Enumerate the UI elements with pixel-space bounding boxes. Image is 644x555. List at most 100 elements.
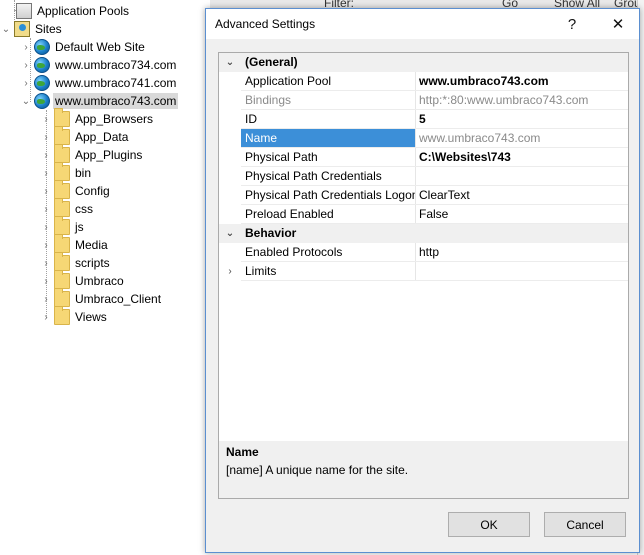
tree-item-label: Default Web Site bbox=[55, 40, 145, 54]
folder-icon bbox=[54, 126, 70, 145]
property-name: Preload Enabled bbox=[245, 207, 334, 221]
tree-item-site[interactable]: › www.umbraco741.com bbox=[20, 74, 178, 92]
property-row-id[interactable]: ID 5 bbox=[219, 110, 628, 129]
property-row-preload-enabled[interactable]: Preload Enabled False bbox=[219, 205, 628, 224]
property-name: ID bbox=[245, 112, 257, 126]
property-row-application-pool[interactable]: Application Pool www.umbraco743.com bbox=[219, 72, 628, 91]
close-button[interactable]: ✕ bbox=[605, 11, 631, 37]
property-value[interactable]: www.umbraco743.com bbox=[415, 72, 628, 91]
tree-item-folder[interactable]: › Umbraco bbox=[40, 270, 126, 290]
property-value[interactable]: http:*:80:www.umbraco743.com bbox=[415, 91, 628, 110]
tree-item-folder[interactable]: › js bbox=[40, 216, 86, 236]
chevron-right-icon[interactable]: › bbox=[40, 110, 52, 128]
property-value[interactable] bbox=[415, 167, 628, 186]
tree-item-label: Application Pools bbox=[37, 4, 130, 18]
chevron-right-icon[interactable]: › bbox=[219, 262, 241, 281]
tree-item-label: www.umbraco734.com bbox=[55, 58, 177, 72]
folder-icon bbox=[54, 162, 70, 181]
property-value[interactable] bbox=[415, 262, 628, 281]
site-tree: Application Pools ⌄ Sites › Default Web … bbox=[0, 0, 210, 555]
tree-item-label: App_Plugins bbox=[75, 148, 143, 162]
folder-icon bbox=[54, 216, 70, 235]
advanced-settings-dialog: Advanced Settings ? ✕ ⌄ (General) Applic… bbox=[205, 8, 640, 553]
chevron-right-icon[interactable]: › bbox=[40, 164, 52, 182]
category-label: (General) bbox=[245, 55, 298, 69]
property-row-credentials-logon[interactable]: Physical Path Credentials Logon ClearTex… bbox=[219, 186, 628, 205]
tree-item-label: Umbraco_Client bbox=[75, 292, 162, 306]
category-general[interactable]: ⌄ (General) bbox=[219, 53, 628, 72]
ok-button[interactable]: OK bbox=[448, 512, 530, 537]
tree-item-label: scripts bbox=[75, 256, 110, 270]
property-name: Physical Path bbox=[245, 150, 318, 164]
chevron-down-icon[interactable]: ⌄ bbox=[219, 224, 241, 243]
property-value[interactable]: False bbox=[415, 205, 628, 224]
tree-item-site-selected[interactable]: ⌄ www.umbraco743.com bbox=[20, 92, 179, 110]
property-value[interactable]: http bbox=[415, 243, 628, 262]
tree-item-folder[interactable]: › Config bbox=[40, 180, 112, 200]
dialog-titlebar[interactable]: Advanced Settings ? ✕ bbox=[206, 9, 639, 39]
tree-item-site[interactable]: › Default Web Site bbox=[20, 38, 147, 56]
dialog-title: Advanced Settings bbox=[215, 17, 316, 31]
property-row-physical-path[interactable]: Physical Path C:\Websites\743 bbox=[219, 148, 628, 167]
tree-item-application-pools[interactable]: Application Pools bbox=[2, 2, 131, 20]
chevron-right-icon[interactable]: › bbox=[40, 146, 52, 164]
chevron-right-icon[interactable]: › bbox=[40, 290, 52, 308]
property-value[interactable]: www.umbraco743.com bbox=[415, 129, 628, 148]
tree-item-label: Sites bbox=[35, 22, 62, 36]
property-row-enabled-protocols[interactable]: Enabled Protocols http bbox=[219, 243, 628, 262]
chevron-right-icon[interactable]: › bbox=[40, 128, 52, 146]
chevron-right-icon[interactable]: › bbox=[40, 218, 52, 236]
globe-icon bbox=[34, 75, 50, 91]
chevron-right-icon[interactable]: › bbox=[40, 254, 52, 272]
property-name: Physical Path Credentials bbox=[245, 169, 382, 183]
property-row-limits[interactable]: › Limits bbox=[219, 262, 628, 281]
chevron-down-icon[interactable]: ⌄ bbox=[0, 20, 12, 38]
folder-icon bbox=[54, 270, 70, 289]
chevron-right-icon[interactable]: › bbox=[40, 272, 52, 290]
tree-item-folder[interactable]: › bin bbox=[40, 162, 93, 182]
folder-icon bbox=[54, 180, 70, 199]
property-value[interactable]: 5 bbox=[415, 110, 628, 129]
globe-icon bbox=[34, 57, 50, 73]
property-name: Limits bbox=[245, 264, 277, 278]
property-name: Bindings bbox=[245, 93, 292, 107]
tree-item-sites[interactable]: ⌄ Sites bbox=[0, 20, 64, 38]
application-pools-icon bbox=[16, 3, 32, 19]
tree-item-label: js bbox=[75, 220, 84, 234]
property-name: Application Pool bbox=[245, 74, 332, 88]
chevron-right-icon[interactable]: › bbox=[20, 56, 32, 74]
chevron-right-icon[interactable]: › bbox=[40, 236, 52, 254]
folder-icon bbox=[54, 108, 70, 127]
chevron-right-icon[interactable]: › bbox=[40, 308, 52, 326]
cancel-button[interactable]: Cancel bbox=[544, 512, 626, 537]
description-title: Name bbox=[226, 445, 259, 459]
property-row-physical-path-credentials[interactable]: Physical Path Credentials bbox=[219, 167, 628, 186]
chevron-right-icon[interactable]: › bbox=[20, 74, 32, 92]
tree-item-label: www.umbraco743.com bbox=[53, 93, 179, 109]
chevron-down-icon[interactable]: ⌄ bbox=[20, 92, 32, 110]
tree-item-folder[interactable]: › scripts bbox=[40, 252, 112, 272]
property-row-bindings[interactable]: Bindings http:*:80:www.umbraco743.com bbox=[219, 91, 628, 110]
category-behavior[interactable]: ⌄ Behavior bbox=[219, 224, 628, 243]
tree-item-site[interactable]: › www.umbraco734.com bbox=[20, 56, 178, 74]
property-name: Enabled Protocols bbox=[245, 245, 343, 259]
property-value[interactable]: ClearText bbox=[415, 186, 628, 205]
property-value[interactable]: C:\Websites\743 bbox=[415, 148, 628, 167]
tree-item-label: App_Data bbox=[75, 130, 129, 144]
chevron-right-icon[interactable]: › bbox=[20, 38, 32, 56]
property-row-name-selected[interactable]: Name www.umbraco743.com bbox=[219, 129, 628, 148]
tree-item-label: Media bbox=[75, 238, 108, 252]
chevron-down-icon[interactable]: ⌄ bbox=[219, 53, 241, 72]
globe-icon bbox=[34, 39, 50, 55]
tree-item-label: css bbox=[75, 202, 93, 216]
folder-icon bbox=[54, 306, 70, 325]
tree-item-folder[interactable]: › Views bbox=[40, 306, 109, 326]
tree-item-folder[interactable]: › Media bbox=[40, 234, 110, 254]
tree-item-folder[interactable]: › css bbox=[40, 198, 95, 218]
tree-item-label: Views bbox=[75, 310, 107, 324]
chevron-right-icon[interactable]: › bbox=[40, 200, 52, 218]
description-text: [name] A unique name for the site. bbox=[226, 463, 409, 477]
help-button[interactable]: ? bbox=[559, 11, 585, 37]
chevron-right-icon[interactable]: › bbox=[40, 182, 52, 200]
tree-item-label: App_Browsers bbox=[75, 112, 154, 126]
